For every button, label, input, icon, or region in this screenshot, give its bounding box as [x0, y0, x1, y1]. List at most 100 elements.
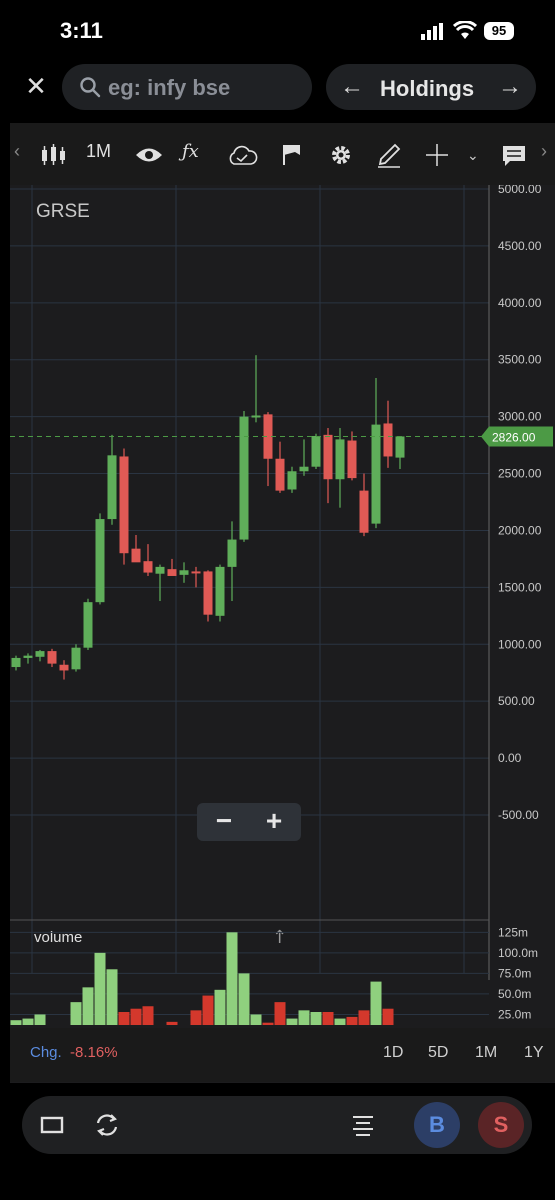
- cloud-icon[interactable]: [226, 144, 258, 166]
- search-icon: [80, 77, 101, 98]
- volume-bar: [238, 973, 250, 1025]
- volume-bar: [202, 995, 214, 1025]
- candle-body: [83, 602, 93, 648]
- volume-bar: [346, 1016, 358, 1025]
- volume-bar: [34, 1014, 46, 1025]
- holdings-navigator: ← Holdings →: [326, 64, 536, 110]
- last-price-label: 2826.00: [492, 430, 536, 444]
- refresh-icon[interactable]: [94, 1112, 120, 1138]
- candle-body: [383, 423, 393, 457]
- y-tick-label: 2000.00: [498, 523, 542, 537]
- candle-body: [59, 664, 69, 671]
- price-chart[interactable]: 5000.00 4500.00 4000.00 3500.00 3000.00 2500.…: [10, 185, 555, 1025]
- collapse-arrow-icon: ↑: [272, 927, 287, 948]
- y-tick-label: 3000.00: [498, 410, 542, 424]
- change-value: -8.16%: [70, 1044, 118, 1061]
- sell-button[interactable]: S: [478, 1102, 524, 1148]
- zoom-controls: − +: [197, 803, 301, 841]
- scroll-right-icon[interactable]: ›: [541, 141, 547, 162]
- volume-bar: [370, 981, 382, 1025]
- volume-bar: [226, 932, 238, 1025]
- candle-body: [323, 434, 333, 480]
- search-placeholder: eg: infy bse: [108, 75, 231, 100]
- candle-body: [47, 651, 57, 664]
- candle-body: [179, 570, 189, 575]
- draw-pencil-icon[interactable]: [376, 142, 402, 168]
- volume-bar: [82, 987, 94, 1025]
- fullscreen-icon[interactable]: [40, 1116, 64, 1134]
- range-5d-button[interactable]: 5D: [428, 1044, 448, 1062]
- candle-body: [215, 566, 225, 616]
- candle-body: [155, 566, 165, 574]
- y-tick-label: 500.00: [498, 694, 535, 708]
- bottom-action-bar: B S: [22, 1096, 532, 1154]
- close-button[interactable]: ✕: [22, 72, 50, 100]
- candle-body: [107, 455, 117, 520]
- volume-tick-label: 125m: [498, 925, 528, 939]
- volume-bar: [322, 1012, 334, 1025]
- volume-bar: [310, 1012, 322, 1025]
- holdings-label[interactable]: Holdings: [380, 76, 474, 102]
- search-input[interactable]: eg: infy bse: [62, 64, 312, 110]
- candle-body: [203, 571, 213, 615]
- volume-bar: [142, 1006, 154, 1025]
- volume-bar: [286, 1018, 298, 1025]
- y-tick-label: 1000.00: [498, 637, 542, 651]
- candles-icon[interactable]: [40, 143, 68, 167]
- candle-body: [191, 571, 201, 574]
- range-1y-button[interactable]: 1Y: [524, 1044, 544, 1062]
- y-tick-label: 3500.00: [498, 353, 542, 367]
- volume-bar: [166, 1021, 178, 1025]
- previous-arrow-icon[interactable]: ←: [340, 73, 364, 101]
- volume-bar: [70, 1002, 82, 1025]
- y-tick-label: 2500.00: [498, 467, 542, 481]
- settings-gear-icon[interactable]: [330, 144, 352, 166]
- volume-bar: [250, 1014, 262, 1025]
- candle-body: [95, 519, 105, 603]
- volume-bar: [118, 1012, 130, 1025]
- zoom-out-button[interactable]: −: [199, 805, 249, 837]
- candle-body: [335, 439, 345, 480]
- next-arrow-icon[interactable]: →: [498, 73, 522, 101]
- eye-icon[interactable]: [135, 146, 163, 164]
- crosshair-icon[interactable]: [426, 144, 448, 166]
- buy-button[interactable]: B: [414, 1102, 460, 1148]
- menu-lines-icon[interactable]: [352, 1114, 374, 1136]
- wifi-icon: [453, 21, 477, 39]
- change-label: Chg.: [30, 1044, 62, 1061]
- chevron-down-icon[interactable]: ⌄: [467, 147, 479, 164]
- candle-body: [251, 415, 261, 418]
- clock-time: 3:11: [60, 18, 103, 43]
- volume-bar: [334, 1018, 346, 1025]
- volume-bar: [10, 1020, 22, 1025]
- flag-icon[interactable]: [282, 143, 302, 165]
- candle-body: [347, 440, 357, 479]
- volume-bar: [130, 1008, 142, 1025]
- chart-footer: Chg. -8.16% 1D 5D 1M 1Y: [10, 1028, 555, 1082]
- candle-body: [119, 456, 129, 554]
- interval-selector[interactable]: 1M: [86, 141, 111, 162]
- volume-bar: [214, 989, 226, 1025]
- candle-body: [167, 569, 177, 576]
- candle-body: [11, 657, 21, 668]
- scroll-left-icon[interactable]: ‹: [14, 141, 20, 162]
- zoom-in-button[interactable]: +: [249, 805, 299, 837]
- candle-body: [143, 561, 153, 573]
- candle-body: [275, 458, 285, 491]
- chart-panel: ‹ 1M ƒx ⌄ › 5000.00 4500.00 4000.00 3500…: [10, 123, 555, 1083]
- candle-body: [239, 416, 249, 540]
- candle-body: [35, 651, 45, 657]
- range-1m-button[interactable]: 1M: [475, 1044, 497, 1062]
- indicators-fx-icon[interactable]: ƒx: [182, 141, 199, 162]
- comment-icon[interactable]: [502, 145, 526, 167]
- candle-body: [371, 424, 381, 524]
- volume-bar: [298, 1010, 310, 1025]
- symbol-label: GRSE: [36, 201, 90, 222]
- range-1d-button[interactable]: 1D: [383, 1044, 403, 1062]
- candle-body: [311, 435, 321, 467]
- y-tick-label: 0.00: [498, 751, 522, 765]
- candle-body: [131, 548, 141, 563]
- volume-bar: [382, 1008, 394, 1025]
- volume-tick-label: 50.0m: [498, 987, 531, 1001]
- y-tick-label: 4500.00: [498, 239, 542, 253]
